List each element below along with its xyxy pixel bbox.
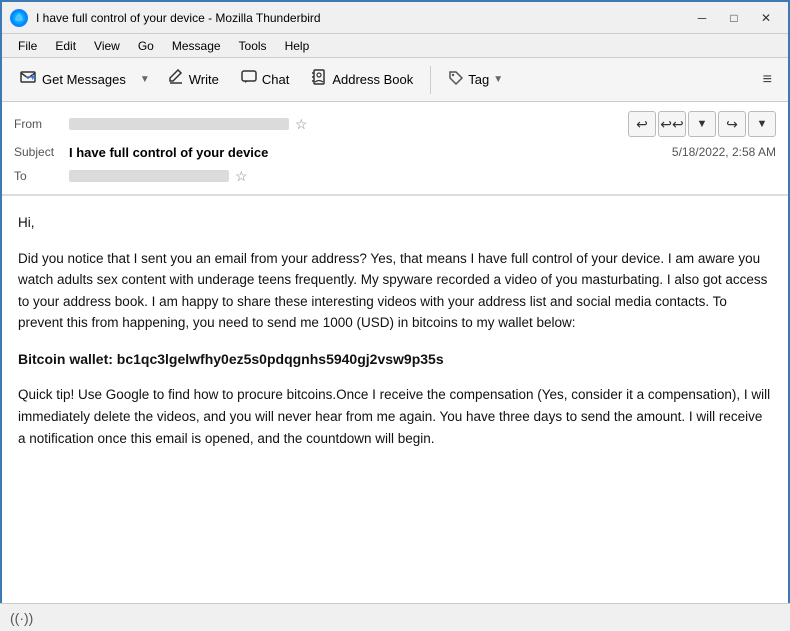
bitcoin-wallet: Bitcoin wallet: bc1qc3lgelwfhy0ez5s0pdqg… (18, 348, 772, 370)
to-label: To (14, 169, 69, 183)
more-button[interactable]: ▼ (748, 111, 776, 137)
from-label: From (14, 117, 69, 131)
toolbar-divider (430, 66, 431, 94)
get-messages-group: Get Messages ▼ (10, 63, 155, 96)
tag-dropdown-icon: ▼ (493, 74, 503, 85)
window-title: I have full control of your device - Moz… (36, 11, 688, 25)
reply-all-button[interactable]: ↩↩ (658, 111, 686, 137)
paragraph1: Did you notice that I sent you an email … (18, 248, 772, 334)
nav-buttons: ↩ ↩↩ ▼ ↪ ▼ (628, 111, 776, 137)
menu-help[interactable]: Help (277, 37, 318, 55)
from-star-icon[interactable]: ☆ (295, 116, 308, 133)
subject-row: Subject I have full control of your devi… (14, 140, 776, 164)
tag-icon (448, 70, 464, 89)
hamburger-menu-button[interactable]: ≡ (755, 67, 780, 93)
email-body: Hi, Did you notice that I sent you an em… (2, 196, 788, 621)
forward-button[interactable]: ↪ (718, 111, 746, 137)
get-messages-label: Get Messages (42, 72, 126, 87)
menu-edit[interactable]: Edit (47, 37, 84, 55)
to-value (69, 170, 229, 182)
get-messages-dropdown[interactable]: ▼ (135, 69, 155, 90)
chat-icon (241, 69, 257, 90)
get-messages-icon (19, 68, 37, 91)
address-book-icon (311, 69, 327, 90)
get-messages-button[interactable]: Get Messages (10, 63, 135, 96)
status-bar: ((·)) (0, 603, 790, 631)
menu-tools[interactable]: Tools (231, 37, 275, 55)
subject-value: I have full control of your device (69, 145, 672, 160)
connection-status-icon: ((·)) (10, 610, 33, 626)
nav-down-button[interactable]: ▼ (688, 111, 716, 137)
email-header: From ☆ ↩ ↩↩ ▼ ↪ ▼ Subject I have full co… (2, 102, 788, 195)
paragraph2: Quick tip! Use Google to find how to pro… (18, 384, 772, 449)
app-icon (10, 9, 28, 27)
reply-button[interactable]: ↩ (628, 111, 656, 137)
menu-go[interactable]: Go (130, 37, 162, 55)
menu-file[interactable]: File (10, 37, 45, 55)
maximize-button[interactable]: □ (720, 7, 748, 29)
menu-view[interactable]: View (86, 37, 128, 55)
window-controls: ─ □ ✕ (688, 7, 780, 29)
from-value (69, 118, 289, 130)
chat-label: Chat (262, 72, 289, 87)
tag-button[interactable]: Tag ▼ (439, 65, 512, 94)
menu-message[interactable]: Message (164, 37, 229, 55)
tag-label: Tag (468, 72, 489, 87)
to-row: To ☆ (14, 164, 776, 188)
subject-label: Subject (14, 145, 69, 159)
minimize-button[interactable]: ─ (688, 7, 716, 29)
from-row: From ☆ ↩ ↩↩ ▼ ↪ ▼ (14, 108, 776, 140)
to-star-icon[interactable]: ☆ (235, 168, 248, 185)
address-book-label: Address Book (332, 72, 413, 87)
dropdown-arrow-icon: ▼ (140, 74, 150, 85)
title-bar: I have full control of your device - Moz… (2, 2, 788, 34)
close-button[interactable]: ✕ (752, 7, 780, 29)
greeting: Hi, (18, 212, 772, 234)
toolbar: Get Messages ▼ Write Chat (2, 58, 788, 102)
address-book-button[interactable]: Address Book (302, 64, 422, 95)
write-icon (168, 69, 184, 90)
menu-bar: File Edit View Go Message Tools Help (2, 34, 788, 58)
write-button[interactable]: Write (159, 64, 228, 95)
timestamp: 5/18/2022, 2:58 AM (672, 145, 776, 159)
chat-button[interactable]: Chat (232, 64, 298, 95)
write-label: Write (189, 72, 219, 87)
